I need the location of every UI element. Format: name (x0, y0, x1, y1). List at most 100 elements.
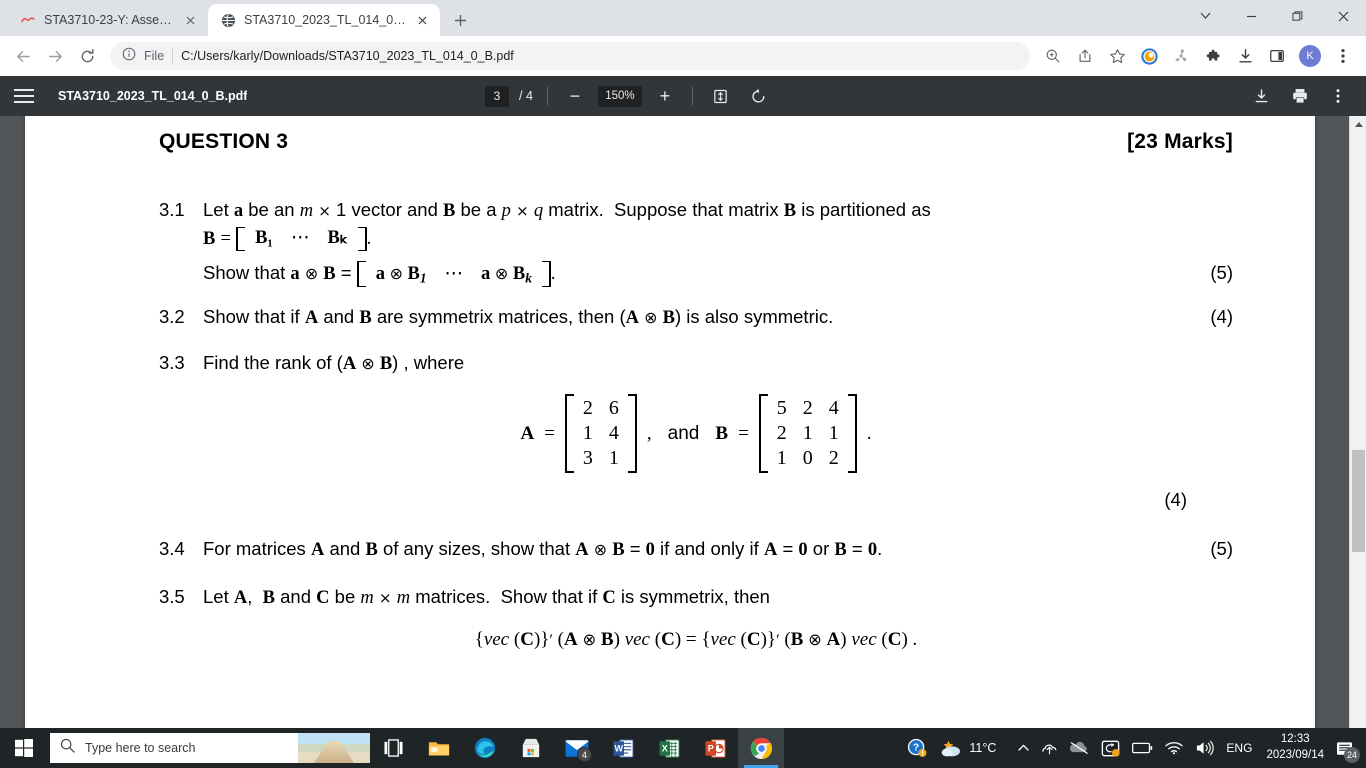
system-update-icon[interactable] (1095, 728, 1126, 768)
microsoft-edge-button[interactable] (462, 728, 508, 768)
matrix-cell: 2 (828, 447, 839, 470)
pdf-print-icon[interactable] (1286, 82, 1314, 110)
comma: , (646, 422, 652, 444)
svg-text:X: X (661, 743, 667, 753)
sidepanel-icon[interactable] (1262, 41, 1292, 71)
microsoft-excel-button[interactable]: X (646, 728, 692, 768)
page-number-input[interactable]: 3 (485, 85, 509, 107)
item-number: 3.4 (159, 538, 185, 560)
equation-3-5: {vec (C)}′ (A ⊗ B) vec (C) = {vec (C)}′ … (474, 628, 918, 650)
mail-button[interactable]: 4 (554, 728, 600, 768)
matrix-cell: 4 (608, 422, 619, 445)
tab-assessment[interactable]: STA3710-23-Y: Assessment 4 (8, 4, 208, 36)
page-total-label: / 4 (519, 89, 533, 103)
search-placeholder: Type here to search (85, 741, 196, 755)
matrix-a: 2 6 1 4 3 1 (564, 394, 637, 474)
svg-text:?: ? (913, 743, 919, 754)
zoom-icon[interactable] (1038, 41, 1068, 71)
start-button[interactable] (0, 728, 48, 768)
google-chrome-button[interactable] (738, 728, 784, 768)
matrix-cell: 1 (828, 422, 839, 445)
rotate-icon[interactable] (745, 82, 773, 110)
matrix-cell: 5 (776, 397, 787, 420)
pdf-scrollbar[interactable] (1349, 116, 1366, 764)
matrix-cell: a ⊗ Bk (481, 263, 532, 286)
zoom-out-button[interactable]: − (562, 83, 588, 109)
page-info-icon[interactable] (122, 47, 136, 66)
item-body: Show that if A and B are symmetrix matri… (203, 306, 834, 329)
battery-icon[interactable] (1126, 728, 1159, 768)
show-that-text: Show that a ⊗ B = (203, 262, 352, 285)
matrix-cell: 3 (582, 447, 593, 470)
bracket-matrix-kron-partition: a ⊗ B1 ⋯ a ⊗ Bk (356, 261, 551, 288)
item-number: 3.2 (159, 306, 185, 328)
minimize-button[interactable] (1228, 0, 1274, 32)
close-icon[interactable] (414, 12, 430, 28)
scroll-up-icon[interactable] (1350, 116, 1366, 133)
address-bar[interactable]: File C:/Users/karly/Downloads/STA3710_20… (110, 42, 1030, 70)
reload-button[interactable] (72, 41, 102, 71)
scrollbar-thumb[interactable] (1352, 450, 1365, 552)
pdf-toolbar-actions (1248, 82, 1352, 110)
item-body: For matrices A and B of any sizes, show … (203, 538, 883, 561)
zoom-in-button[interactable]: + (652, 83, 678, 109)
pdf-download-icon[interactable] (1248, 82, 1276, 110)
item-number: 3.5 (159, 586, 185, 608)
toolbar-divider (691, 87, 693, 105)
task-view-button[interactable] (370, 728, 416, 768)
help-support-icon[interactable]: ? (901, 728, 933, 768)
clock-time: 12:33 (1280, 733, 1310, 746)
pdf-page-controls: 3 / 4 − 150% + (485, 82, 773, 110)
onedrive-sync-icon[interactable] (1035, 728, 1064, 768)
globe-icon (220, 12, 236, 28)
close-icon[interactable] (182, 12, 198, 28)
new-tab-button[interactable] (446, 6, 474, 34)
matrix-cell: 1 (776, 447, 787, 470)
fit-to-page-icon[interactable] (707, 82, 735, 110)
wifi-icon[interactable] (1159, 728, 1189, 768)
bracket-matrix-partition-b: B₁ ⋯ Bₖ (236, 226, 367, 251)
zoom-level-display[interactable]: 150% (597, 85, 642, 107)
microsoft-powerpoint-button[interactable]: P (692, 728, 738, 768)
maximize-button[interactable] (1274, 0, 1320, 32)
extension-colorful-icon[interactable] (1134, 41, 1164, 71)
weather-widget[interactable]: 11°C (933, 728, 1012, 768)
tab-title: STA3710-23-Y: Assessment 4 (44, 13, 174, 27)
file-explorer-button[interactable] (416, 728, 462, 768)
bookmark-star-icon[interactable] (1102, 41, 1132, 71)
pdf-toolbar: STA3710_2023_TL_014_0_B.pdf 3 / 4 − 150%… (0, 76, 1366, 116)
back-button[interactable] (8, 41, 38, 71)
onedrive-offline-icon[interactable] (1064, 728, 1095, 768)
matrix-cell: B₁ (255, 228, 273, 249)
search-input[interactable]: Type here to search (50, 733, 370, 763)
volume-icon[interactable] (1189, 728, 1220, 768)
show-hidden-icons-button[interactable] (1012, 728, 1035, 768)
item-marks: (5) (1210, 262, 1233, 284)
pdf-viewport[interactable]: QUESTION 3 [23 Marks] 3.1 Let a be an m … (0, 116, 1366, 764)
forward-button[interactable] (40, 41, 70, 71)
download-icon[interactable] (1230, 41, 1260, 71)
matrix-a-label: A (520, 422, 535, 444)
pdf-more-menu-icon[interactable] (1324, 82, 1352, 110)
tab-search-button[interactable] (1182, 0, 1228, 32)
matrix-cell: 2 (582, 397, 593, 420)
tab-pdf[interactable]: STA3710_2023_TL_014_0_B.pdf (208, 4, 440, 36)
matrix-cell: ⋯ (444, 264, 464, 284)
tab-title: STA3710_2023_TL_014_0_B.pdf (244, 13, 406, 27)
item-marks (1187, 585, 1233, 611)
share-icon[interactable] (1070, 41, 1100, 71)
clock[interactable]: 12:33 2023/09/14 (1258, 728, 1332, 768)
search-icon (60, 738, 75, 758)
sidebar-toggle-icon[interactable] (14, 82, 42, 110)
document-content: QUESTION 3 [23 Marks] 3.1 Let a be an m … (25, 116, 1315, 651)
radiation-extension-icon[interactable] (1166, 41, 1196, 71)
language-indicator[interactable]: ENG (1220, 728, 1258, 768)
item-number: 3.1 (159, 199, 185, 220)
microsoft-word-button[interactable]: W (600, 728, 646, 768)
notification-center-button[interactable]: 24 (1332, 728, 1362, 768)
avatar[interactable]: K (1299, 45, 1321, 67)
extensions-puzzle-icon[interactable] (1198, 41, 1228, 71)
chrome-menu-icon[interactable] (1328, 41, 1358, 71)
microsoft-store-button[interactable] (508, 728, 554, 768)
close-window-button[interactable] (1320, 0, 1366, 32)
